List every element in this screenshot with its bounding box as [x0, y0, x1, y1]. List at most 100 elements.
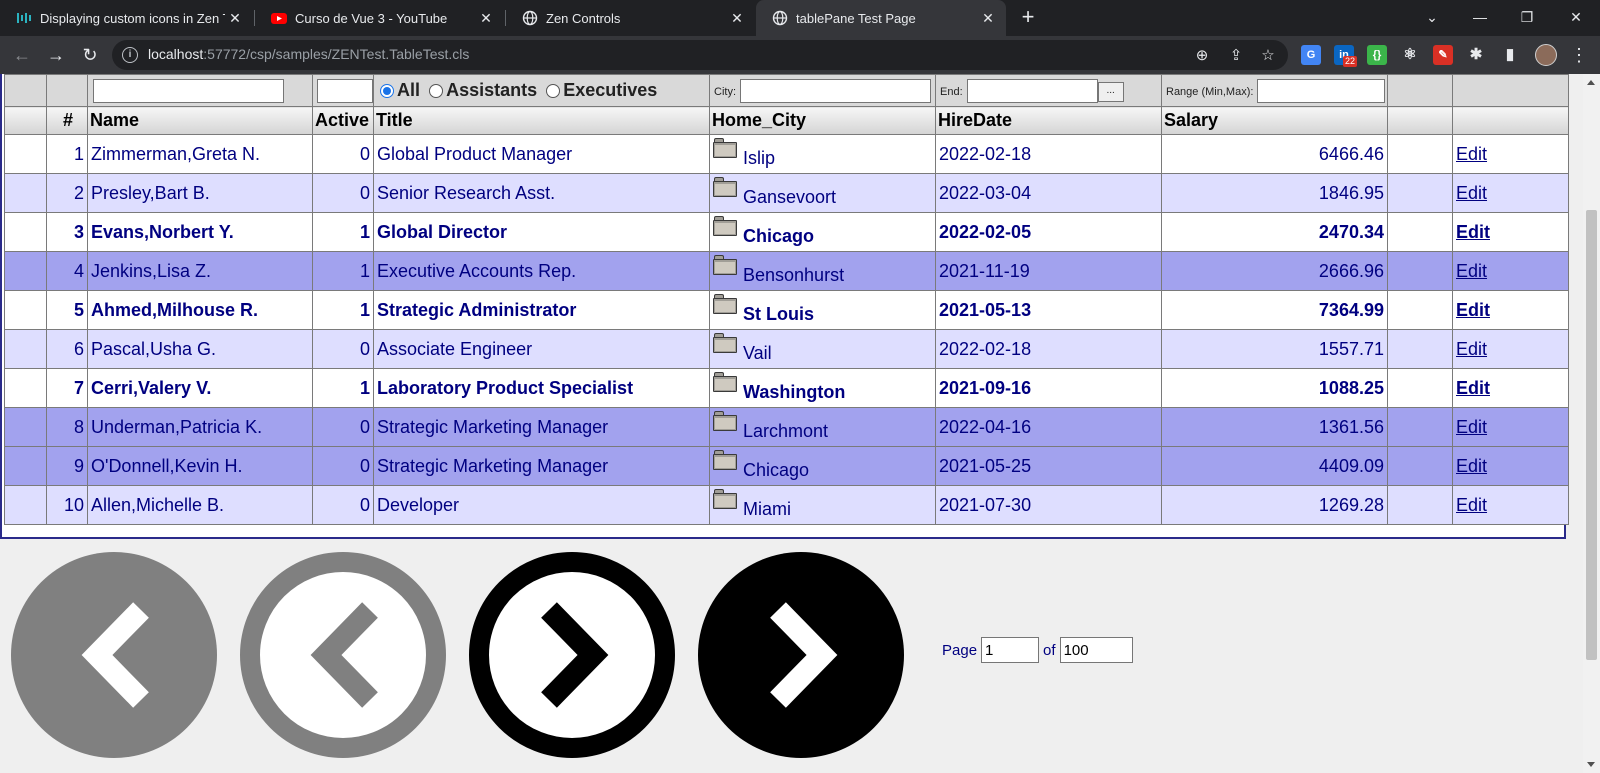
table-row[interactable]: 2 Presley,Bart B. 0 Senior Research Asst. Ga… [4, 173, 1569, 213]
table-row[interactable]: 1 Zimmerman,Greta N. 0 Global Product Manag… [4, 134, 1569, 174]
tab-youtube[interactable]: Curso de Vue 3 - YouTube ✕ [255, 0, 504, 36]
hiredate-cell: 2021-07-30 [935, 485, 1162, 525]
active-cell: 0 [312, 173, 374, 213]
date-picker-button[interactable]: ... [1097, 81, 1124, 102]
edit-link[interactable]: Edit [1456, 378, 1490, 398]
row-selector-cell[interactable] [4, 329, 47, 369]
table-row[interactable]: 6 Pascal,Usha G. 0 Associate Engineer Vail 20… [4, 329, 1569, 369]
folder-icon [713, 450, 737, 470]
translate-extension-icon[interactable]: G [1301, 45, 1321, 65]
back-icon[interactable]: ← [9, 42, 35, 68]
edit-link[interactable]: Edit [1456, 300, 1490, 320]
restore-icon[interactable]: ❐ [1504, 0, 1550, 36]
table-row[interactable]: 10 Allen,Michelle B. 0 Developer Miami 2021-0… [4, 485, 1569, 525]
salary-cell: 1846.95 [1161, 173, 1388, 213]
edit-link[interactable]: Edit [1456, 144, 1487, 164]
red-extension-icon[interactable]: ✎ [1433, 45, 1453, 65]
browser-toolbar: ← → ↻ i localhost:57772/csp/samples/ZENT… [0, 36, 1600, 74]
row-selector-cell[interactable] [4, 485, 47, 525]
name-filter-input[interactable] [93, 78, 284, 103]
edit-cell: Edit [1452, 212, 1569, 252]
table-row[interactable]: 4 Jenkins,Lisa Z. 1 Executive Accounts Rep.… [4, 251, 1569, 291]
address-bar[interactable]: i localhost:57772/csp/samples/ZENTest.Ta… [112, 40, 1288, 70]
page-count-input[interactable] [1059, 637, 1133, 663]
pager: Page of [0, 541, 1583, 773]
tab-close-icon[interactable]: ✕ [476, 10, 496, 27]
edit-link[interactable]: Edit [1456, 417, 1487, 437]
share-icon[interactable]: ⇪ [1226, 46, 1246, 66]
hiredate-cell: 2022-02-05 [935, 212, 1162, 252]
tab-search-icon[interactable]: ⌄ [1409, 0, 1455, 36]
forward-icon[interactable]: → [43, 42, 69, 68]
new-tab-button[interactable]: + [1015, 6, 1041, 30]
first-page-icon[interactable] [11, 552, 217, 758]
minimize-icon[interactable]: — [1457, 0, 1503, 36]
column-header-active[interactable]: Active [312, 106, 374, 135]
radio-executives[interactable]: Executives [546, 80, 657, 101]
table-row[interactable]: 8 Underman,Patricia K. 0 Strategic Marketin… [4, 407, 1569, 447]
edit-link[interactable]: Edit [1456, 495, 1487, 515]
row-selector-cell[interactable] [4, 251, 47, 291]
table-row[interactable]: 7 Cerri,Valery V. 1 Laboratory Product Spec… [4, 368, 1569, 408]
row-selector-cell[interactable] [4, 134, 47, 174]
radio-all[interactable]: All [380, 80, 420, 101]
row-selector-cell[interactable] [4, 212, 47, 252]
column-header-hiredate[interactable]: HireDate [935, 106, 1162, 135]
tab-close-icon[interactable]: ✕ [225, 10, 245, 27]
tab-tablepane-test[interactable]: tablePane Test Page ✕ [756, 0, 1006, 36]
end-date-input[interactable] [966, 78, 1098, 103]
edit-cell: Edit [1452, 368, 1569, 408]
bookmark-star-icon[interactable]: ☆ [1258, 46, 1278, 66]
scroll-down-icon[interactable] [1587, 762, 1595, 767]
site-info-icon[interactable]: i [122, 47, 138, 63]
filter-cell-active [312, 74, 374, 107]
row-selector-cell[interactable] [4, 407, 47, 447]
salary-range-input[interactable] [1257, 78, 1386, 103]
salary-cell: 1557.71 [1161, 329, 1388, 369]
row-selector-cell[interactable] [4, 290, 47, 330]
table-row[interactable]: 3 Evans,Norbert Y. 1 Global Director Chicago… [4, 212, 1569, 252]
react-devtools-icon[interactable]: ⚛ [1400, 45, 1420, 65]
table-row[interactable]: 5 Ahmed,Milhouse R. 1 Strategic Administrat… [4, 290, 1569, 330]
name-cell: Zimmerman,Greta N. [87, 134, 313, 174]
tab-zen-icons[interactable]: Displaying custom icons in Zen Ta ✕ [0, 0, 253, 36]
scroll-up-icon[interactable] [1587, 80, 1595, 85]
close-window-icon[interactable]: ✕ [1553, 0, 1599, 36]
page-scrollbar[interactable] [1583, 74, 1600, 773]
previous-page-icon[interactable] [240, 552, 446, 758]
scrollbar-thumb[interactable] [1586, 210, 1597, 660]
radio-assistants[interactable]: Assistants [429, 80, 537, 101]
filter-cell-empty [46, 74, 88, 107]
reload-icon[interactable]: ↻ [77, 42, 103, 68]
edit-link[interactable]: Edit [1456, 222, 1490, 242]
edit-link[interactable]: Edit [1456, 183, 1487, 203]
city-filter-input[interactable] [740, 78, 931, 103]
column-header-number[interactable]: # [46, 106, 88, 135]
profile-avatar[interactable] [1535, 44, 1557, 66]
home-city-text: Washington [743, 382, 846, 402]
filter-cell-empty [1387, 74, 1453, 107]
active-filter-input[interactable] [317, 78, 373, 103]
edit-link[interactable]: Edit [1456, 261, 1487, 281]
column-header-salary[interactable]: Salary [1161, 106, 1388, 135]
tab-close-icon[interactable]: ✕ [727, 10, 747, 27]
table-row[interactable]: 9 O'Donnell,Kevin H. 0 Strategic Marketing … [4, 446, 1569, 486]
row-selector-cell[interactable] [4, 368, 47, 408]
tab-zen-controls[interactable]: Zen Controls ✕ [506, 0, 755, 36]
next-page-icon[interactable] [469, 552, 675, 758]
zoom-icon[interactable]: ⊕ [1192, 46, 1212, 66]
edit-link[interactable]: Edit [1456, 339, 1487, 359]
extensions-puzzle-icon[interactable]: ✱ [1466, 45, 1486, 65]
row-selector-cell[interactable] [4, 173, 47, 213]
row-selector-cell[interactable] [4, 446, 47, 486]
side-panel-icon[interactable]: ▮ [1500, 45, 1520, 65]
page-number-input[interactable] [981, 637, 1040, 663]
column-header-home-city[interactable]: Home_City [709, 106, 936, 135]
column-header-title[interactable]: Title [373, 106, 710, 135]
last-page-icon[interactable] [698, 552, 904, 758]
json-extension-icon[interactable]: {} [1367, 45, 1387, 65]
chrome-menu-icon[interactable]: ⋮ [1566, 42, 1592, 68]
tab-close-icon[interactable]: ✕ [978, 10, 998, 27]
edit-link[interactable]: Edit [1456, 456, 1487, 476]
column-header-name[interactable]: Name [87, 106, 313, 135]
